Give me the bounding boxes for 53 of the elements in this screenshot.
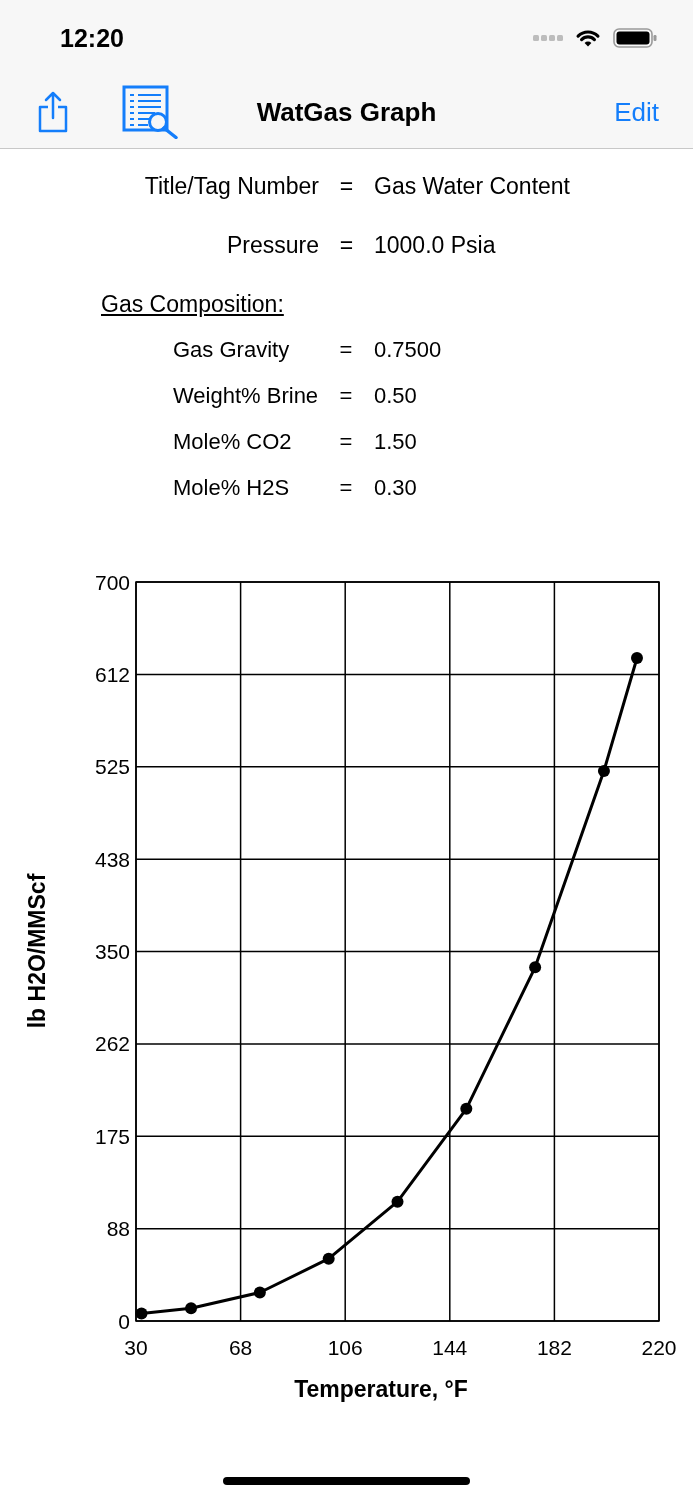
x-tick-label: 30 [124, 1335, 148, 1359]
status-time: 12:20 [60, 22, 124, 53]
equals-sign: = [339, 474, 353, 502]
x-tick-label: 106 [327, 1335, 363, 1359]
field-label: Mole% H2S [173, 474, 290, 502]
y-tick-label: 525 [94, 755, 130, 779]
y-tick-label: 88 [106, 1217, 130, 1241]
document-search-button[interactable] [122, 84, 178, 139]
document-search-icon [122, 84, 178, 139]
data-point [253, 1286, 266, 1299]
y-tick-label: 438 [94, 847, 130, 871]
share-button[interactable] [37, 90, 69, 133]
field-label: Gas Gravity [173, 336, 290, 364]
data-point [460, 1102, 473, 1115]
wifi-icon [575, 27, 601, 48]
equals-sign: = [339, 336, 353, 364]
field-value: 0.7500 [374, 336, 442, 364]
y-tick-label: 262 [94, 1032, 130, 1056]
equals-sign: = [339, 231, 354, 260]
equals-sign: = [339, 428, 353, 456]
data-point [185, 1302, 198, 1315]
data-point [631, 652, 643, 664]
field-label: Pressure [226, 231, 319, 260]
section-heading: Gas Composition: [101, 291, 284, 317]
field-value: 0.30 [374, 474, 417, 502]
field-label: Mole% CO2 [173, 428, 292, 456]
field-label: Title/Tag Number [144, 172, 319, 201]
y-tick-label: 700 [94, 570, 130, 594]
equals-sign: = [339, 172, 354, 201]
nav-title: WatGas Graph [256, 95, 437, 128]
field-value: 1000.0 Psia [374, 231, 496, 260]
y-tick-label: 0 [118, 1309, 130, 1333]
x-tick-label: 68 [228, 1335, 253, 1359]
share-icon [37, 90, 69, 133]
signal-icon [533, 34, 563, 41]
field-value: Gas Water Content [374, 172, 570, 201]
x-tick-label: 182 [536, 1335, 572, 1359]
edit-button[interactable]: Edit [614, 95, 659, 128]
data-point [322, 1252, 335, 1265]
y-tick-label: 175 [94, 1124, 130, 1148]
y-axis-title: lb H2O/MMScf [24, 873, 51, 1029]
y-tick-label: 350 [94, 940, 130, 964]
battery-icon [613, 27, 657, 48]
field-value: 0.50 [374, 382, 417, 410]
x-tick-label: 220 [641, 1335, 677, 1359]
field-value: 1.50 [374, 428, 417, 456]
data-point [529, 961, 542, 974]
data-point [391, 1195, 404, 1208]
x-axis-title: Temperature, °F [294, 1376, 468, 1403]
field-label: Weight% Brine [173, 382, 319, 410]
y-tick-label: 612 [94, 662, 130, 686]
equals-sign: = [339, 382, 353, 410]
x-tick-label: 144 [432, 1335, 468, 1359]
